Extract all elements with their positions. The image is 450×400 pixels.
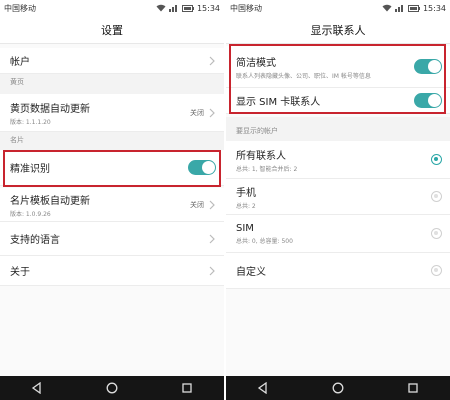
yellow-pages-version: 版本: 1.1.1.20	[10, 118, 51, 126]
simple-mode-label: 简洁模式	[236, 57, 276, 69]
show-sim-contacts-label: 显示 SIM 卡联系人	[236, 97, 321, 108]
precise-recognition-label: 精准识别	[10, 164, 50, 175]
about-label: 关于	[10, 267, 30, 278]
display-contacts-screen: 中国移动 15:34 显示联系人 简洁模式 联系人列表隐藏头像、公司、职位、IM…	[226, 0, 450, 400]
radio-button[interactable]	[431, 154, 442, 165]
precise-recognition-toggle[interactable]	[188, 160, 216, 175]
clock: 15:34	[422, 3, 446, 13]
status-bar: 中国移动 15:34	[226, 0, 450, 16]
show-sim-contacts-row[interactable]: 显示 SIM 卡联系人	[226, 88, 450, 114]
card-template-update-label: 名片模板自动更新	[10, 195, 90, 207]
account-option-sim[interactable]: SIM 总共: 0, 总容量: 500	[226, 215, 450, 253]
supported-languages-label: 支持的语言	[10, 235, 60, 246]
account-option-phone[interactable]: 手机 总共: 2	[226, 179, 450, 215]
show-sim-contacts-toggle[interactable]	[414, 93, 442, 108]
chevron-right-icon	[209, 56, 215, 65]
precise-recognition-row[interactable]: 精准识别	[0, 150, 224, 186]
chevron-right-icon	[209, 266, 215, 275]
signal-icon	[394, 5, 403, 12]
status-bar: 中国移动 15:34	[0, 0, 224, 16]
account-option-sub: 总共: 0, 总容量: 500	[236, 237, 293, 245]
navigation-bar	[226, 376, 450, 400]
clock: 15:34	[196, 3, 220, 13]
card-template-version: 版本: 1.0.9.26	[10, 210, 51, 218]
signal-icon	[168, 5, 177, 12]
chevron-right-icon	[209, 234, 215, 243]
account-option-sub: 总共: 2	[236, 202, 256, 210]
carrier-label: 中国移动	[4, 3, 36, 13]
settings-screen: 中国移动 15:34 设置 帐户 黄页 黄页数据自动更新 版本: 1.1.1.2…	[0, 0, 224, 400]
battery-icon	[181, 4, 194, 12]
battery-icon	[407, 4, 420, 12]
page-title: 设置	[0, 16, 224, 44]
yellow-pages-update-label: 黄页数据自动更新	[10, 103, 90, 115]
yellow-pages-update-row[interactable]: 黄页数据自动更新 版本: 1.1.1.20 关闭	[0, 94, 224, 132]
account-option-label: SIM	[236, 222, 254, 234]
card-template-update-value: 关闭	[190, 200, 204, 209]
navigation-bar	[0, 376, 224, 400]
simple-mode-toggle[interactable]	[414, 59, 442, 74]
section-business-card: 名片	[0, 132, 224, 150]
simple-mode-description: 联系人列表隐藏头像、公司、职位、IM 帐号等信息	[236, 72, 371, 80]
section-yellow-pages: 黄页	[0, 74, 224, 94]
chevron-right-icon	[209, 108, 215, 117]
wifi-icon	[156, 4, 166, 12]
account-row[interactable]: 帐户	[0, 48, 224, 74]
carrier-label: 中国移动	[230, 3, 262, 13]
back-icon[interactable]	[257, 382, 269, 394]
home-icon[interactable]	[332, 382, 344, 394]
yellow-pages-update-value: 关闭	[190, 108, 204, 117]
account-option-sub: 总共: 1, 智能合并后: 2	[236, 165, 298, 173]
page-title: 显示联系人	[226, 16, 450, 44]
account-option-label: 所有联系人	[236, 150, 286, 162]
card-template-update-row[interactable]: 名片模板自动更新 版本: 1.0.9.26 关闭	[0, 188, 224, 222]
supported-languages-row[interactable]: 支持的语言	[0, 222, 224, 256]
back-icon[interactable]	[31, 382, 43, 394]
home-icon[interactable]	[106, 382, 118, 394]
simple-mode-row[interactable]: 简洁模式 联系人列表隐藏头像、公司、职位、IM 帐号等信息	[226, 46, 450, 88]
recents-icon[interactable]	[407, 382, 419, 394]
account-option-label: 自定义	[236, 267, 266, 278]
account-label: 帐户	[10, 57, 30, 68]
chevron-right-icon	[209, 200, 215, 209]
radio-button[interactable]	[431, 228, 442, 239]
radio-button[interactable]	[431, 265, 442, 276]
account-option-custom[interactable]: 自定义	[226, 253, 450, 289]
radio-button[interactable]	[431, 191, 442, 202]
account-option-all[interactable]: 所有联系人 总共: 1, 智能合并后: 2	[226, 141, 450, 179]
recents-icon[interactable]	[181, 382, 193, 394]
about-row[interactable]: 关于	[0, 256, 224, 286]
section-accounts: 要显示的帐户	[226, 117, 450, 141]
wifi-icon	[382, 4, 392, 12]
account-option-label: 手机	[236, 187, 256, 199]
